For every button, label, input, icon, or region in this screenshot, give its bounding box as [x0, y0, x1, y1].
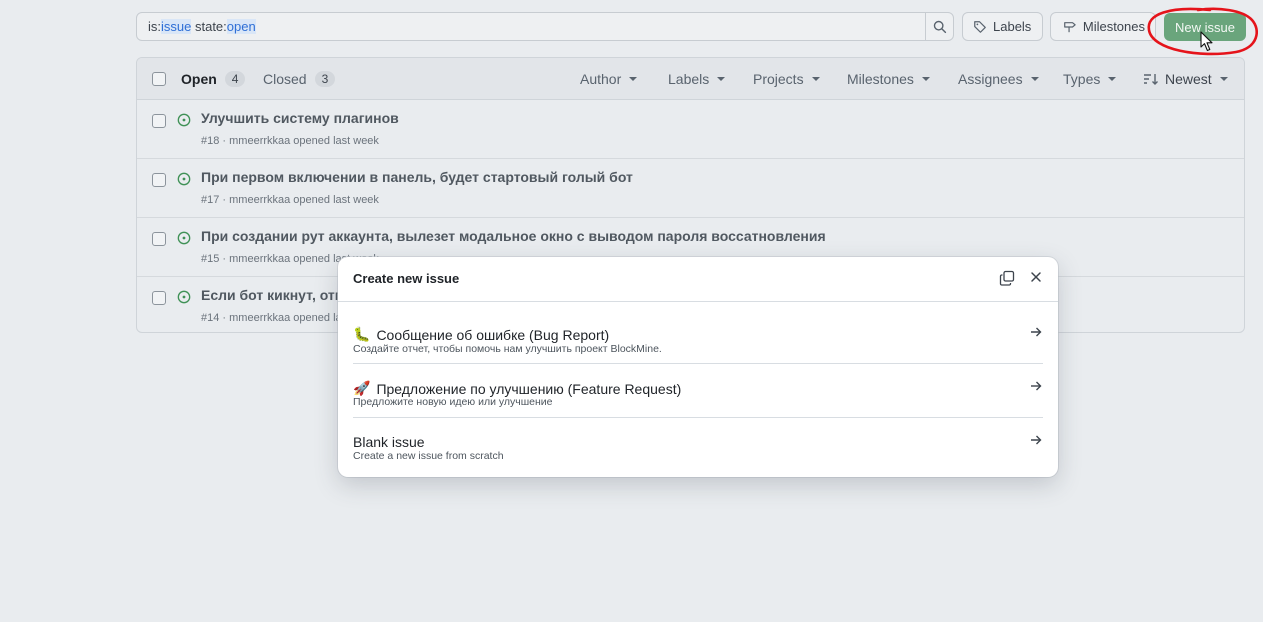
tab-closed[interactable]: Closed 3: [263, 71, 336, 87]
search-token: open: [226, 19, 256, 34]
issue-meta: #17 · mmeerrkkaa opened last week: [201, 194, 379, 206]
filter-projects[interactable]: Projects: [753, 71, 820, 87]
labels-button-label: Labels: [993, 19, 1032, 34]
chevron-down-icon: [811, 77, 820, 81]
filter-label: Newest: [1165, 71, 1212, 87]
sort-icon: [1144, 74, 1158, 85]
copy-icon[interactable]: [999, 270, 1015, 286]
template-title: 🚀 Предложение по улучшению (Feature Reque…: [353, 380, 681, 397]
filter-milestones[interactable]: Milestones: [847, 71, 930, 87]
issue-open-icon: [177, 172, 191, 186]
chevron-down-icon: [921, 77, 930, 81]
filter-assignees[interactable]: Assignees: [958, 71, 1039, 87]
labels-button[interactable]: Labels: [962, 12, 1043, 41]
template-title-text: Сообщение об ошибке (Bug Report): [376, 326, 610, 343]
create-issue-dialog: Create new issue 🐛 Сообщение об ошибке (B…: [338, 257, 1058, 477]
template-title: 🐛 Сообщение об ошибке (Bug Report): [353, 326, 609, 343]
filter-label: Author: [580, 71, 622, 87]
filter-label: Labels: [668, 71, 710, 87]
issue-list-header: Open 4 Closed 3 Author Labels Projects M…: [137, 58, 1244, 100]
search-qualifier: is:: [148, 19, 161, 34]
chevron-down-icon: [629, 77, 638, 81]
tab-open-label: Open: [181, 71, 217, 87]
issue-meta: #18 · mmeerrkkaa opened last week: [201, 135, 379, 147]
arrow-right-icon: [1031, 327, 1042, 337]
filter-label: Milestones: [847, 71, 914, 87]
issue-title-link[interactable]: Если бот кикнут, отп: [201, 287, 343, 303]
issue-title-link[interactable]: Улучшить систему плагинов: [201, 110, 399, 126]
rocket-icon: 🚀: [353, 380, 371, 396]
issue-title-link[interactable]: При первом включении в панель, будет ста…: [201, 169, 633, 185]
search-button[interactable]: [925, 13, 953, 40]
filter-label: Projects: [753, 71, 804, 87]
milestone-icon: [1064, 21, 1076, 32]
closed-count-badge: 3: [314, 71, 336, 87]
dialog-title: Create new issue: [353, 271, 460, 286]
filter-label: Assignees: [958, 71, 1023, 87]
tab-open[interactable]: Open 4: [181, 71, 246, 87]
issue-title-link[interactable]: При создании рут аккаунта, вылезет модал…: [201, 228, 826, 244]
issue-meta: #14 · mmeerrkkaa opened last: [201, 312, 351, 324]
chevron-down-icon: [1030, 77, 1039, 81]
template-blank-issue[interactable]: Blank issue Create a new issue from scra…: [338, 418, 1058, 472]
filter-label: Types: [1063, 71, 1101, 87]
arrow-right-icon: [1031, 435, 1042, 445]
template-description: Создайте отчет, чтобы помочь нам улучшит…: [353, 343, 662, 355]
chevron-down-icon: [717, 77, 726, 81]
template-title-text: Предложение по улучшению (Feature Reques…: [376, 380, 682, 397]
search-query-text[interactable]: is:issue state:open: [137, 19, 925, 34]
issue-search-input[interactable]: is:issue state:open: [136, 12, 954, 41]
filter-author[interactable]: Author: [580, 71, 638, 87]
mouse-pointer-icon: [1200, 31, 1213, 52]
chevron-down-icon: [1219, 77, 1228, 81]
template-bug-report[interactable]: 🐛 Сообщение об ошибке (Bug Report) Создай…: [338, 310, 1058, 364]
issue-checkbox[interactable]: [152, 173, 166, 187]
issue-row[interactable]: При первом включении в панель, будет ста…: [137, 159, 1244, 218]
dialog-header: Create new issue: [338, 257, 1058, 302]
filter-types[interactable]: Types: [1063, 71, 1117, 87]
open-count-badge: 4: [224, 71, 246, 87]
milestones-button-label: Milestones: [1082, 19, 1145, 34]
search-qualifier: state:: [191, 19, 227, 34]
template-description: Предложите новую идею или улучшение: [353, 396, 553, 408]
issue-row[interactable]: Улучшить систему плагинов #18 · mmeerrkk…: [137, 100, 1244, 159]
bug-icon: 🐛: [353, 326, 371, 342]
template-description: Create a new issue from scratch: [353, 450, 504, 462]
chevron-down-icon: [1108, 77, 1117, 81]
sort-newest[interactable]: Newest: [1143, 71, 1228, 87]
template-feature-request[interactable]: 🚀 Предложение по улучшению (Feature Reque…: [338, 364, 1058, 418]
search-icon: [933, 20, 946, 33]
template-title: Blank issue: [353, 434, 425, 450]
tag-icon: [974, 20, 986, 33]
issue-open-icon: [177, 290, 191, 304]
select-all-checkbox[interactable]: [152, 72, 166, 86]
arrow-right-icon: [1031, 381, 1042, 391]
issue-open-icon: [177, 231, 191, 245]
issue-checkbox[interactable]: [152, 114, 166, 128]
issue-open-icon: [177, 113, 191, 127]
filter-labels[interactable]: Labels: [668, 71, 726, 87]
close-icon[interactable]: [1030, 271, 1042, 283]
milestones-button[interactable]: Milestones: [1050, 12, 1156, 41]
search-token: issue: [161, 19, 192, 34]
tab-closed-label: Closed: [263, 71, 307, 87]
issue-checkbox[interactable]: [152, 291, 166, 305]
issue-checkbox[interactable]: [152, 232, 166, 246]
